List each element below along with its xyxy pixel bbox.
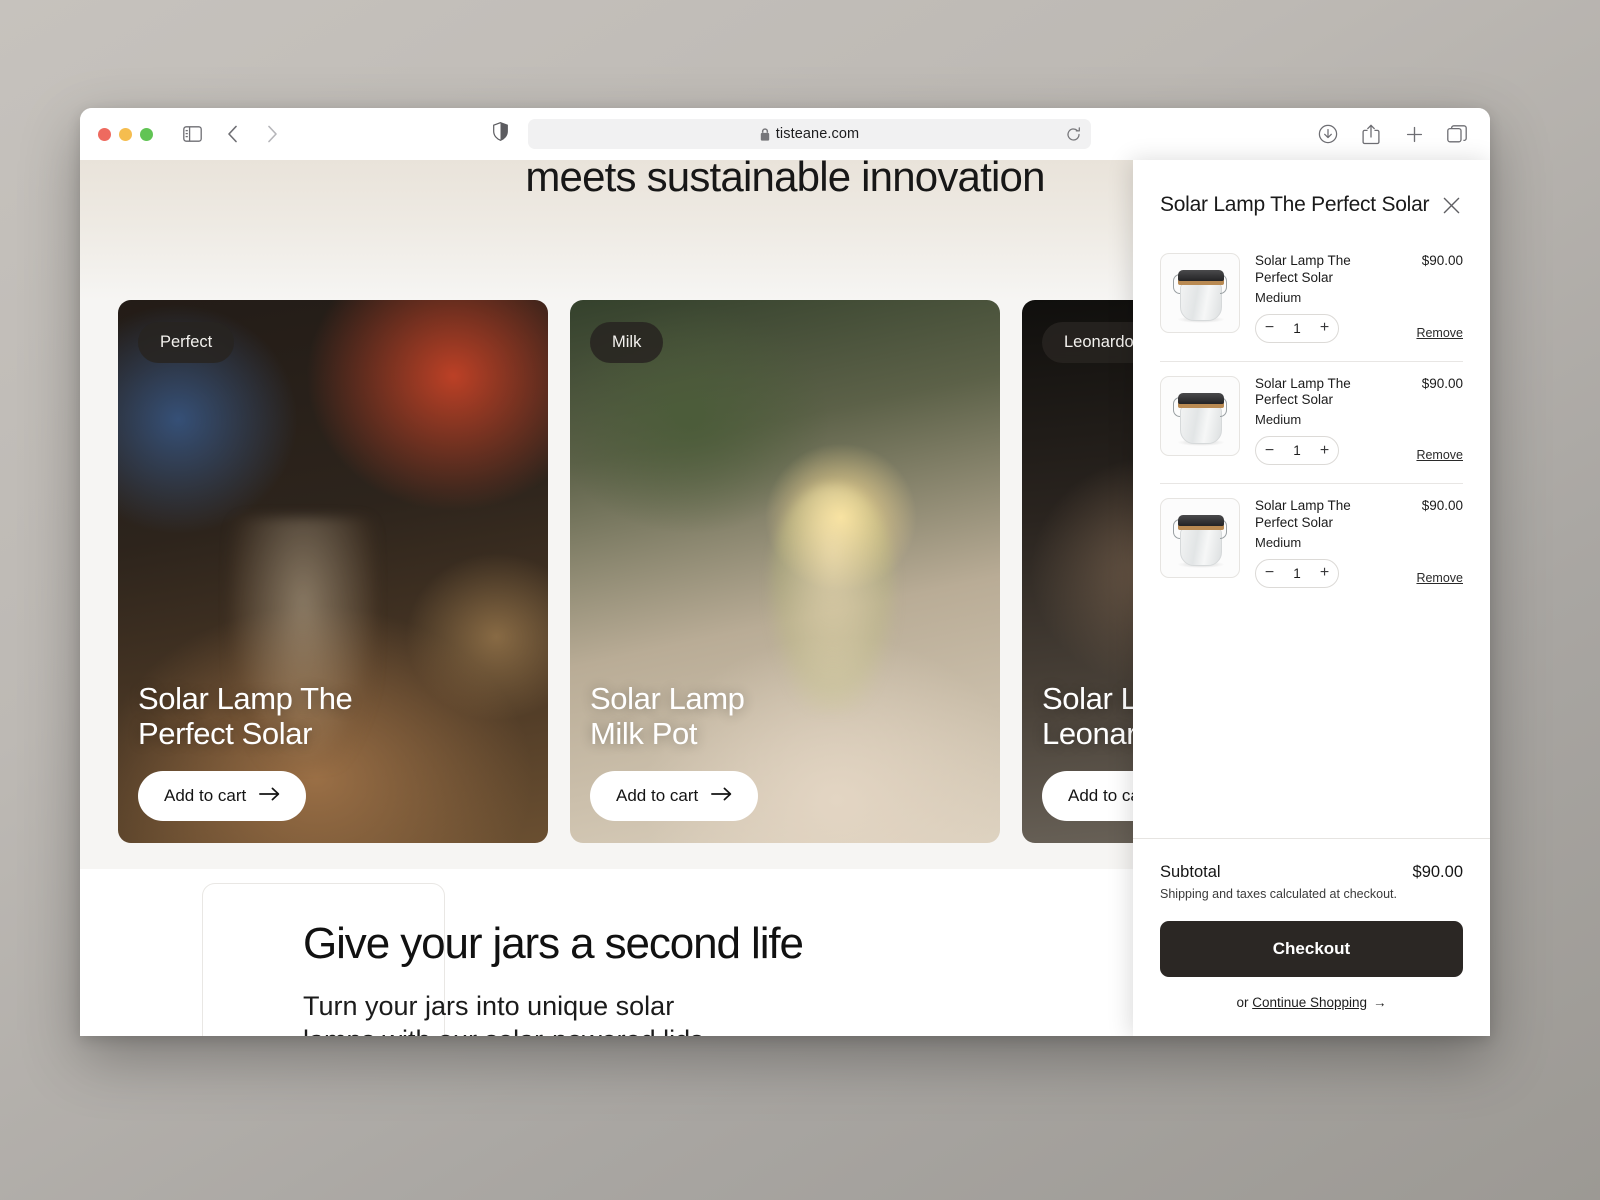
continue-shopping-row: or Continue Shopping → (1160, 995, 1463, 1010)
arrow-right-icon: → (1373, 995, 1387, 1010)
address-bar[interactable]: tisteane.com (528, 119, 1091, 149)
cart-title: Solar Lamp The Perfect Solar (1160, 193, 1430, 216)
cart-item-variant: Medium (1255, 289, 1302, 305)
privacy-shield-icon[interactable] (493, 122, 508, 146)
cart-item-name: Solar Lamp The Perfect Solar (1255, 498, 1351, 530)
promo-text-block: Give your jars a second life Turn your j… (303, 919, 804, 1036)
card-badge: Perfect (138, 322, 235, 363)
promo-heading: Give your jars a second life (303, 919, 804, 968)
cart-item-actions: $90.00 Remove (1401, 253, 1463, 342)
arrow-right-icon (259, 786, 280, 806)
jar-lamp-thumbnail[interactable] (1160, 375, 1240, 456)
cart-item-price: $90.00 (1421, 375, 1463, 391)
reload-icon[interactable] (1066, 126, 1081, 142)
cart-item-actions: $90.00 Remove (1401, 498, 1463, 587)
jar-lamp-thumbnail[interactable] (1160, 253, 1240, 334)
cart-item-variant: Medium (1255, 412, 1302, 428)
card-title: Solar Lamp Milk Pot (590, 680, 745, 751)
cart-item-list: Solar Lamp The Perfect Solar Medium − 1 … (1133, 239, 1490, 838)
close-cart-button[interactable] (1440, 194, 1463, 217)
tab-overview-icon[interactable] (1442, 120, 1472, 148)
cart-item-details: Solar Lamp The Perfect Solar Medium − 1 … (1255, 253, 1386, 343)
maximize-window-button[interactable] (140, 127, 153, 141)
decrease-quantity-button[interactable]: − (1256, 315, 1283, 342)
product-card-perfect-solar[interactable]: Perfect Solar Lamp The Perfect Solar Add… (118, 300, 548, 843)
decrease-quantity-button[interactable]: − (1256, 437, 1283, 464)
cart-line-item: Solar Lamp The Perfect Solar Medium − 1 … (1160, 362, 1463, 485)
new-tab-icon[interactable] (1399, 120, 1429, 148)
sidebar-toggle-icon[interactable] (177, 120, 207, 148)
cart-item-name: Solar Lamp The Perfect Solar (1255, 253, 1351, 285)
decrease-quantity-button[interactable]: − (1256, 560, 1283, 587)
increase-quantity-button[interactable]: + (1311, 315, 1338, 342)
window-controls (98, 127, 153, 141)
back-chevron-icon[interactable] (217, 120, 247, 148)
continue-prefix: or (1236, 995, 1253, 1010)
quantity-stepper: − 1 + (1255, 558, 1339, 588)
add-to-cart-label: Add to cart (164, 786, 247, 805)
quantity-value: 1 (1293, 443, 1301, 459)
remove-item-link[interactable]: Remove (1416, 448, 1463, 465)
cart-item-actions: $90.00 Remove (1401, 376, 1463, 465)
cart-item-details: Solar Lamp The Perfect Solar Medium − 1 … (1255, 498, 1386, 588)
browser-window: tisteane.com meets sustainable innovatio… (80, 108, 1490, 1036)
card-title: Solar Lamp The Perfect Solar (138, 680, 353, 751)
forward-chevron-icon[interactable] (257, 120, 287, 148)
product-card-milk-pot[interactable]: Milk Solar Lamp Milk Pot Add to cart (570, 300, 1000, 843)
minimize-window-button[interactable] (119, 127, 132, 141)
shipping-note: Shipping and taxes calculated at checkou… (1160, 887, 1397, 901)
close-window-button[interactable] (98, 127, 111, 141)
cart-footer: Subtotal $90.00 Shipping and taxes calcu… (1133, 838, 1490, 1036)
lock-icon (760, 127, 770, 141)
address-content: tisteane.com (760, 126, 859, 142)
add-to-cart-button[interactable]: Add to cart (138, 771, 307, 821)
card-footer: Solar Lamp Milk Pot Add to cart (590, 681, 980, 821)
checkout-button[interactable]: Checkout (1160, 921, 1463, 977)
downloads-icon[interactable] (1313, 120, 1343, 148)
share-icon[interactable] (1356, 120, 1386, 148)
quantity-stepper: − 1 + (1255, 313, 1339, 343)
increase-quantity-button[interactable]: + (1311, 437, 1338, 464)
cart-item-name: Solar Lamp The Perfect Solar (1255, 375, 1351, 408)
quantity-value: 1 (1293, 565, 1301, 581)
cart-drawer: Solar Lamp The Perfect Solar Solar Lamp … (1133, 160, 1490, 1036)
promo-body: Turn your jars into unique solar lamps w… (303, 990, 704, 1036)
increase-quantity-button[interactable]: + (1311, 560, 1338, 587)
navigation-arrows (217, 120, 287, 148)
subtotal-label: Subtotal (1160, 863, 1221, 881)
jar-lamp-thumbnail[interactable] (1160, 498, 1240, 579)
cart-header: Solar Lamp The Perfect Solar (1133, 160, 1490, 239)
card-footer: Solar Lamp The Perfect Solar Add to cart (138, 681, 528, 821)
cart-line-item: Solar Lamp The Perfect Solar Medium − 1 … (1160, 484, 1463, 605)
cart-item-variant: Medium (1255, 534, 1302, 550)
cart-item-details: Solar Lamp The Perfect Solar Medium − 1 … (1255, 375, 1386, 466)
add-to-cart-label: Add to cart (616, 786, 699, 805)
add-to-cart-button[interactable]: Add to cart (590, 771, 759, 821)
continue-shopping-link[interactable]: Continue Shopping (1252, 995, 1367, 1010)
cart-item-price: $90.00 (1421, 253, 1463, 269)
toolbar-right-icons (1313, 120, 1472, 148)
browser-toolbar: tisteane.com (80, 108, 1490, 160)
address-bar-region: tisteane.com (493, 119, 1091, 149)
remove-item-link[interactable]: Remove (1416, 326, 1463, 343)
url-text: tisteane.com (775, 126, 860, 142)
remove-item-link[interactable]: Remove (1416, 571, 1463, 588)
quantity-value: 1 (1293, 320, 1301, 336)
quantity-stepper: − 1 + (1255, 436, 1339, 466)
arrow-right-icon (711, 786, 732, 806)
subtotal-row: Subtotal $90.00 (1160, 863, 1463, 882)
card-badge: Milk (590, 322, 664, 363)
subtotal-value: $90.00 (1412, 863, 1463, 881)
cart-line-item: Solar Lamp The Perfect Solar Medium − 1 … (1160, 239, 1463, 362)
cart-item-price: $90.00 (1421, 498, 1463, 514)
